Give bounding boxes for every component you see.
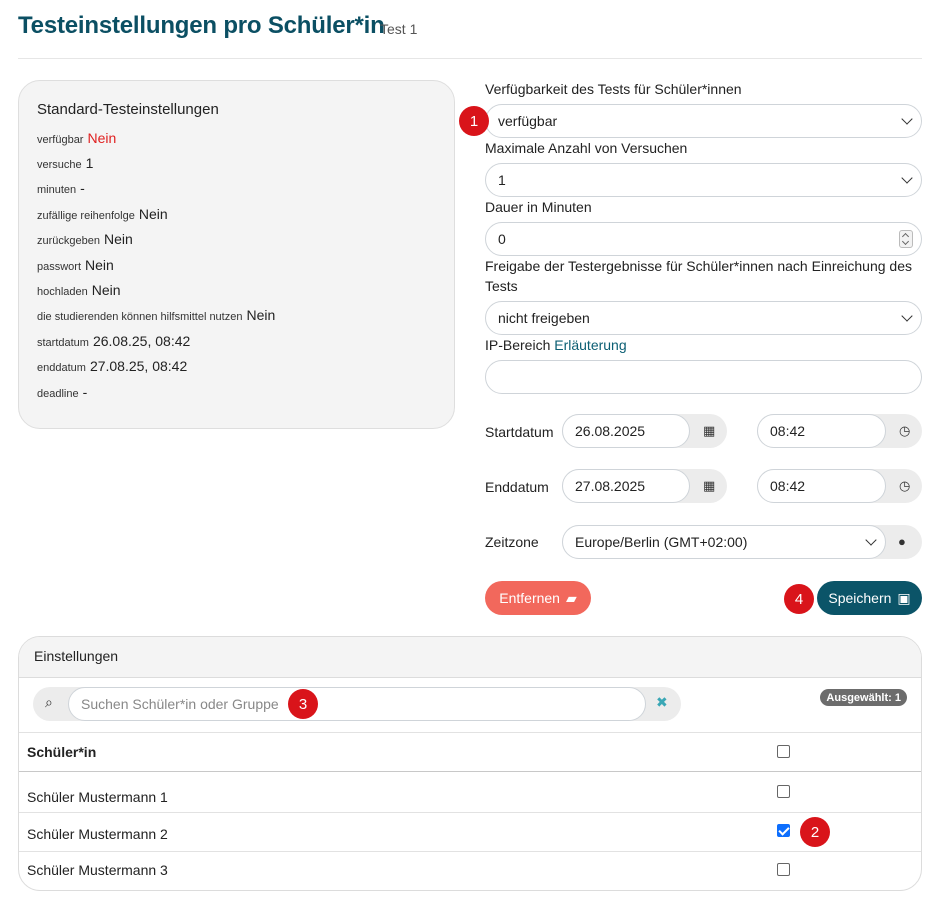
- floppy-disk-icon: ▣: [897, 589, 911, 606]
- divider: [19, 812, 921, 813]
- std-row-aids: die studierenden können hilfsmittel nutz…: [37, 307, 276, 323]
- chevron-down-icon: [901, 113, 913, 125]
- student-checkbox-2[interactable]: [777, 824, 790, 837]
- startdate-group: 26.08.2025 ▦: [562, 414, 727, 448]
- annotation-badge-1: 1: [459, 106, 489, 136]
- timezone-group: Europe/Berlin (GMT+02:00) ●: [562, 525, 922, 559]
- std-row-attempts: versuche 1: [37, 155, 94, 171]
- starttime-group: 08:42 ◷: [757, 414, 922, 448]
- enddate-group: 27.08.2025 ▦: [562, 469, 727, 503]
- globe-icon: ●: [898, 534, 906, 549]
- standard-settings-card: Standard-Testeinstellungen verfügbar Nein…: [18, 80, 455, 429]
- page-subtitle: Test 1: [380, 21, 418, 37]
- divider: [18, 58, 922, 59]
- std-row-upload: hochladen Nein: [37, 282, 121, 298]
- std-row-startdate: startdatum 26.08.25, 08:42: [37, 333, 191, 349]
- student-name: Schüler Mustermann 1: [27, 789, 168, 805]
- annotation-badge-2: 2: [800, 817, 830, 847]
- student-name: Schüler Mustermann 3: [27, 862, 168, 878]
- timezone-select[interactable]: Europe/Berlin (GMT+02:00): [562, 525, 886, 559]
- ip-range-input[interactable]: [485, 360, 922, 394]
- selected-count-badge: Ausgewählt: 1: [820, 689, 907, 706]
- startdate-input[interactable]: 26.08.2025: [562, 414, 690, 448]
- std-row-enddate: enddatum 27.08.25, 08:42: [37, 358, 188, 374]
- availability-select[interactable]: verfügbar: [485, 104, 922, 138]
- starttime-input[interactable]: 08:42: [757, 414, 886, 448]
- std-row-random-order: zufällige reihenfolge Nein: [37, 206, 168, 222]
- divider: [19, 732, 921, 733]
- column-header-student: Schüler*in: [27, 744, 97, 760]
- duration-label: Dauer in Minuten: [485, 199, 592, 215]
- annotation-badge-3: 3: [288, 689, 318, 719]
- chevron-down-icon: [901, 310, 913, 322]
- release-select[interactable]: nicht freigeben: [485, 301, 922, 335]
- settings-title: Einstellungen: [19, 637, 921, 678]
- clear-search-icon[interactable]: ✖: [656, 694, 668, 711]
- chevron-down-icon: [901, 172, 913, 184]
- student-checkbox-3[interactable]: [777, 863, 790, 876]
- enddate-input[interactable]: 27.08.2025: [562, 469, 690, 503]
- student-name: Schüler Mustermann 2: [27, 826, 168, 842]
- clock-icon[interactable]: ◷: [899, 423, 910, 439]
- settings-card: Einstellungen ⌕ Suchen Schüler*in oder G…: [18, 636, 922, 891]
- search-group: ⌕ Suchen Schüler*in oder Gruppe ✖: [33, 687, 681, 721]
- endtime-input[interactable]: 08:42: [757, 469, 886, 503]
- student-checkbox-1[interactable]: [777, 785, 790, 798]
- attempts-label: Maximale Anzahl von Versuchen: [485, 140, 688, 156]
- availability-label: Verfügbarkeit des Tests für Schüler*inne…: [485, 81, 742, 97]
- attempts-select[interactable]: 1: [485, 163, 922, 197]
- std-row-password: passwort Nein: [37, 257, 114, 273]
- release-label-line1: Freigabe der Testergebnisse für Schüler*…: [485, 258, 913, 274]
- save-button[interactable]: Speichern ▣: [817, 581, 922, 615]
- eraser-icon: ▰: [565, 589, 577, 606]
- ip-range-help-link[interactable]: Erläuterung: [554, 337, 626, 353]
- chevron-down-icon: [865, 534, 877, 546]
- std-row-available: verfügbar Nein: [37, 130, 117, 146]
- remove-button[interactable]: Entfernen ▰: [485, 581, 591, 615]
- standard-settings-title: Standard-Testeinstellungen: [37, 101, 219, 118]
- divider: [19, 771, 921, 772]
- divider: [19, 851, 921, 852]
- duration-input[interactable]: 0: [485, 222, 922, 256]
- clock-icon[interactable]: ◷: [899, 478, 910, 494]
- calendar-icon[interactable]: ▦: [703, 478, 715, 494]
- release-label-line2: Tests: [485, 278, 518, 294]
- endtime-group: 08:42 ◷: [757, 469, 922, 503]
- search-input[interactable]: Suchen Schüler*in oder Gruppe: [68, 687, 646, 721]
- startdate-label: Startdatum: [485, 424, 554, 440]
- std-row-deadline: deadline -: [37, 384, 88, 400]
- annotation-badge-4: 4: [784, 584, 814, 614]
- search-icon: ⌕: [45, 694, 53, 710]
- std-row-minutes: minuten -: [37, 180, 85, 196]
- select-all-checkbox[interactable]: [777, 745, 790, 758]
- enddate-label: Enddatum: [485, 479, 549, 495]
- timezone-label: Zeitzone: [485, 534, 539, 550]
- page-title: Testeinstellungen pro Schüler*in: [18, 12, 385, 39]
- number-spinner[interactable]: [899, 230, 913, 248]
- calendar-icon[interactable]: ▦: [703, 423, 715, 439]
- std-row-return: zurückgeben Nein: [37, 231, 133, 247]
- ip-range-label: IP-Bereich Erläuterung: [485, 337, 627, 353]
